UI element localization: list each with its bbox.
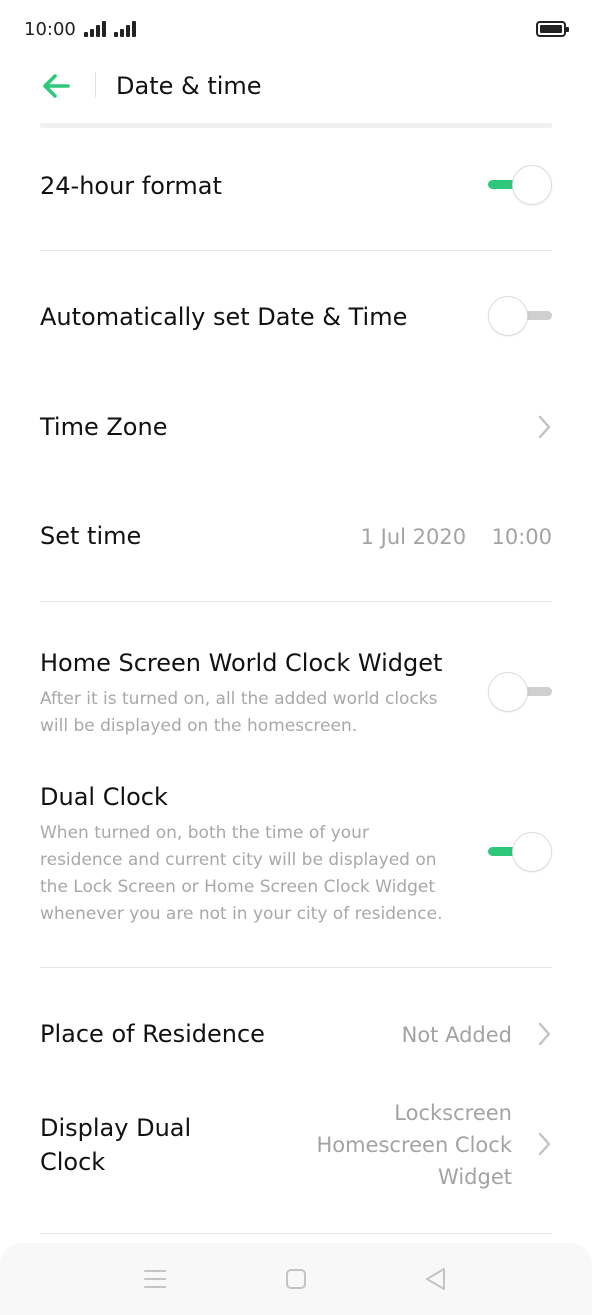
toolbar-divider — [95, 72, 96, 98]
dual-clock-toggle[interactable] — [488, 832, 552, 872]
set-time-date: 1 Jul 2020 — [360, 525, 467, 549]
setting-label: Set time — [40, 522, 142, 550]
chevron-right-icon — [538, 1132, 551, 1156]
status-bar: 10:00 — [0, 0, 592, 60]
divider — [40, 601, 552, 602]
setting-description: After it is turned on, all the added wor… — [40, 689, 438, 736]
set-time-value: 1 Jul 2020 10:00 — [361, 521, 552, 553]
setting-label: Time Zone — [40, 413, 168, 441]
menu-icon — [144, 1270, 166, 1288]
home-square-icon — [286, 1269, 306, 1289]
divider — [40, 1233, 552, 1234]
back-arrow-icon — [43, 74, 70, 98]
setting-label: Display Dual Clock — [40, 1114, 192, 1176]
setting-label: 24-hour format — [40, 172, 222, 200]
auto-date-time-toggle[interactable] — [488, 296, 552, 336]
divider — [40, 250, 552, 251]
display-dual-clock-value: Lockscreen Homescreen Clock Widget — [316, 1101, 512, 1189]
divider — [40, 967, 552, 968]
back-button[interactable] — [38, 68, 78, 104]
back-nav-button[interactable] — [416, 1263, 456, 1295]
setting-label: Place of Residence — [40, 1020, 265, 1048]
toolbar: Date & time — [0, 60, 592, 120]
set-time-time: 10:00 — [491, 525, 552, 549]
toggle-thumb — [488, 296, 528, 336]
24-hour-format-toggle[interactable] — [488, 165, 552, 205]
toggle-thumb — [488, 672, 528, 712]
battery-icon — [536, 21, 569, 37]
signal-strength-icon — [84, 21, 108, 37]
status-time: 10:00 — [24, 19, 76, 40]
menu-button[interactable] — [135, 1263, 175, 1295]
setting-description: When turned on, both the time of your re… — [40, 823, 443, 924]
setting-label: Automatically set Date & Time — [40, 303, 408, 331]
toggle-thumb — [512, 165, 552, 205]
toggle-thumb — [512, 832, 552, 872]
date-time-settings-screen: 10:00 Date & time 24-hour format Automat… — [0, 0, 592, 1315]
place-of-residence-value: Not Added — [401, 1023, 512, 1047]
setting-label: Home Screen World Clock Widget — [40, 649, 443, 677]
page-title: Date & time — [116, 72, 262, 100]
setting-label: Dual Clock — [40, 783, 168, 811]
signal-strength-icon-2 — [114, 21, 138, 37]
chevron-right-icon — [538, 415, 551, 439]
world-clock-widget-toggle[interactable] — [488, 672, 552, 712]
chevron-right-icon — [538, 1022, 551, 1046]
back-triangle-icon — [426, 1268, 445, 1290]
home-button[interactable] — [276, 1263, 316, 1295]
navigation-bar — [0, 1243, 592, 1315]
content-top-edge — [40, 123, 552, 128]
